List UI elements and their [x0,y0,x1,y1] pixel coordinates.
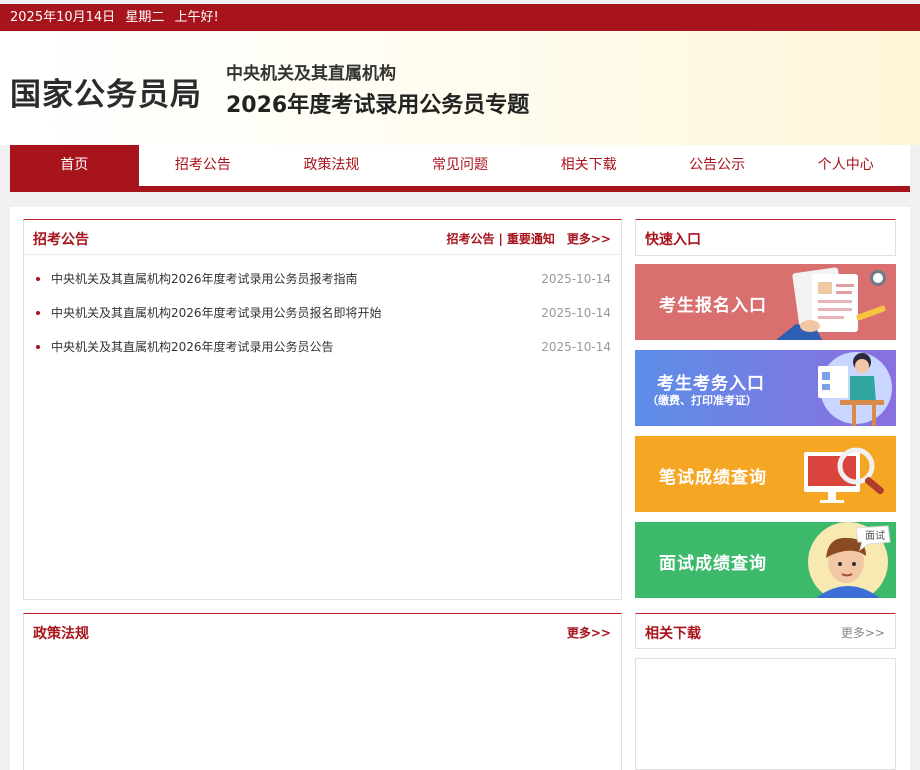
downloads-more-link[interactable]: 更多>> [841,624,885,641]
list-item[interactable]: 中央机关及其直属机构2026年度考试录用公务员报名即将开始 2025-10-14 [24,296,621,330]
written-score-label: 笔试成绩查询 [659,468,767,488]
nav-faq[interactable]: 常见问题 [396,145,525,186]
exam-affairs-person-icon [818,352,892,426]
policy-links: 更多>> [567,624,611,641]
main-content: 招考公告 招考公告 | 重要通知 更多>> 中央机关及其直属机构2026年度考试录用公… [10,207,910,770]
news-date: 2025-10-14 [541,272,611,286]
top-date-bar: 2025年10月14日 星期二 上午好! [0,4,920,31]
policy-header: 政策法规 更多>> [24,614,621,649]
nav-policy[interactable]: 政策法规 [267,145,396,186]
nav-downloads[interactable]: 相关下载 [524,145,653,186]
policy-more-link[interactable]: 更多>> [567,626,611,640]
news-date: 2025-10-14 [541,340,611,354]
exam-affairs-label: 考生考务入口 [657,374,765,394]
news-title[interactable]: 中央机关及其直属机构2026年度考试录用公务员报考指南 [51,272,358,286]
exam-affairs-sublabel: （缴费、打印准考证） [647,394,757,407]
policy-title: 政策法规 [33,626,89,642]
interview-person-icon: 面试 [808,522,891,598]
announcements-header: 招考公告 招考公告 | 重要通知 更多>> [24,220,621,255]
nav-personal-center[interactable]: 个人中心 [781,145,910,186]
downloads-title: 相关下载 [645,626,701,642]
nav-notices[interactable]: 公告公示 [653,145,782,186]
nav-home[interactable]: 首页 [10,145,139,186]
exam-registration-label: 考生报名入口 [659,296,767,316]
current-date: 2025年10月14日 [10,10,116,25]
nav-underline [10,186,910,192]
downloads-panel: 相关下载 更多>> [635,613,896,649]
announcements-links: 招考公告 | 重要通知 更多>> [446,230,611,247]
nav-announcements[interactable]: 招考公告 [139,145,268,186]
announcements-panel: 招考公告 招考公告 | 重要通知 更多>> 中央机关及其直属机构2026年度考试录用公… [23,219,622,600]
bullet-icon [36,345,40,349]
written-score-entry[interactable]: 笔试成绩查询 [635,436,896,512]
quick-entry-title: 快速入口 [645,232,701,248]
interview-score-label: 面试成绩查询 [659,554,767,574]
greeting: 上午好! [174,10,219,25]
policy-panel: 政策法规 更多>> [23,613,622,770]
quick-entry-panel: 快速入口 [635,219,896,256]
link-separator: | [498,232,503,246]
header-title: 2026年度考试录用公务员专题 [226,93,530,118]
exam-affairs-entry[interactable]: 考生考务入口 （缴费、打印准考证） [635,350,896,426]
main-nav: 首页 招考公告 政策法规 常见问题 相关下载 公告公示 个人中心 [10,145,910,186]
bullet-icon [36,311,40,315]
site-header: 国家公务员局 中央机关及其直属机构 2026年度考试录用公务员专题 [0,31,920,145]
interview-badge-text: 面试 [865,529,885,542]
announcements-title: 招考公告 [33,232,89,248]
score-monitor-icon [804,447,884,503]
link-important-notices[interactable]: 重要通知 [507,232,555,246]
news-title[interactable]: 中央机关及其直属机构2026年度考试录用公务员报名即将开始 [51,306,382,320]
news-date: 2025-10-14 [541,306,611,320]
bullet-icon [36,277,40,281]
site-name[interactable]: 国家公务员局 [10,69,202,114]
downloads-list [635,658,896,770]
registration-form-icon [776,267,886,340]
exam-registration-entry[interactable]: 考生报名入口 [635,264,896,340]
list-item[interactable]: 中央机关及其直属机构2026年度考试录用公务员报考指南 2025-10-14 [24,262,621,296]
announcements-list: 中央机关及其直属机构2026年度考试录用公务员报考指南 2025-10-14 中… [24,255,621,364]
header-subtitle: 中央机关及其直属机构 [226,64,396,84]
link-announcements[interactable]: 招考公告 [446,232,494,246]
interview-score-entry[interactable]: 面试成绩查询 面试 [635,522,896,598]
news-title[interactable]: 中央机关及其直属机构2026年度考试录用公务员公告 [51,340,334,354]
announcements-more-link[interactable]: 更多>> [567,232,611,246]
list-item[interactable]: 中央机关及其直属机构2026年度考试录用公务员公告 2025-10-14 [24,330,621,364]
current-weekday: 星期二 [125,10,165,25]
